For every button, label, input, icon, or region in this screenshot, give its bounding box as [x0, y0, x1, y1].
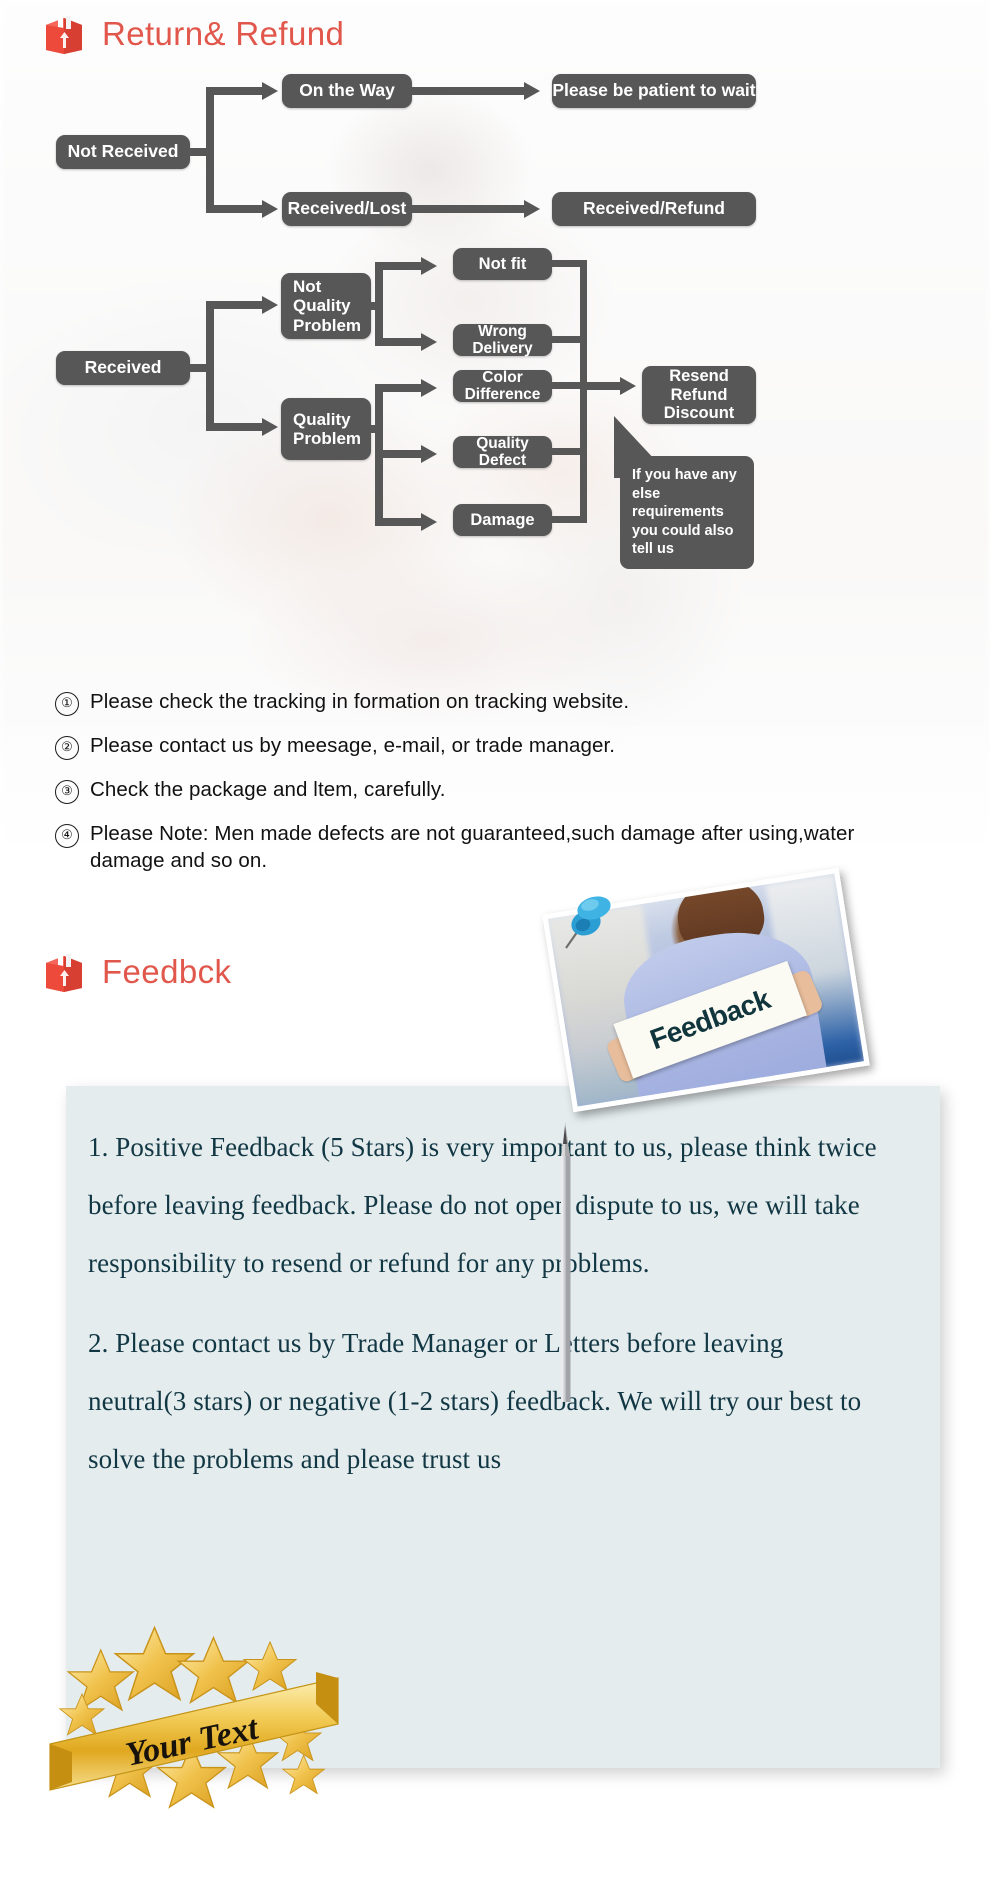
flow-node-line: Refund: [670, 385, 728, 404]
flow-node-line: Problem: [293, 315, 362, 335]
notes-list: ① Please check the tracking in formation…: [55, 688, 955, 890]
list-item-number: ④: [55, 824, 79, 848]
arrow-icon: [524, 200, 540, 218]
feedback-paragraph: 2. Please contact us by Trade Manager or…: [88, 1328, 862, 1475]
flow-node-damage: Damage: [453, 504, 552, 536]
arrow-icon: [262, 82, 278, 100]
flow-node-line: Not: [293, 277, 322, 297]
arrow-icon: [620, 377, 636, 395]
section-title: Feedbck: [102, 953, 232, 990]
connector: [375, 262, 423, 270]
flow-node-not-fit: Not fit: [453, 248, 552, 280]
connector: [206, 87, 264, 95]
list-item-number: ③: [55, 780, 79, 804]
return-refund-heading: Return& Refund: [42, 12, 344, 56]
flow-node-line: Resend: [669, 367, 729, 386]
connector: [375, 450, 423, 458]
arrow-icon: [262, 296, 278, 314]
flow-node-not-received: Not Received: [56, 135, 190, 169]
feedback-text: 1. Positive Feedback (5 Stars) is very i…: [88, 1118, 888, 1510]
arrow-icon: [421, 333, 437, 351]
flow-node-line: Problem: [293, 429, 362, 448]
flow-node-received-lost: Received/Lost: [282, 192, 412, 226]
list-item-number: ②: [55, 736, 79, 760]
flow-node-line: Quality: [293, 409, 351, 429]
flow-node-on-the-way: On the Way: [282, 74, 412, 108]
connector: [580, 260, 587, 523]
flow-node-received-refund: Received/Refund: [552, 192, 756, 226]
list-item-text: Check the package and ltem, carefully.: [90, 778, 446, 801]
connector: [206, 91, 214, 211]
feedback-heading: Feedbck: [42, 950, 231, 994]
list-item-text: Please check the tracking in formation o…: [90, 690, 630, 713]
connector: [375, 338, 423, 346]
pencil-icon: [552, 1122, 580, 1402]
flow-node-not-quality-problem: Not Quality Problem: [281, 273, 371, 339]
flow-node-line: Quality: [293, 296, 351, 316]
flow-node-quality-defect: Quality Defect: [453, 435, 552, 469]
list-item: ③ Check the package and ltem, carefully.: [55, 776, 955, 804]
connector: [375, 384, 423, 392]
connector: [206, 305, 214, 431]
arrow-icon: [262, 418, 278, 436]
connector: [375, 518, 423, 526]
arrow-icon: [524, 82, 540, 100]
box-icon: [42, 12, 86, 56]
flow-node-wrong-delivery: Wrong Delivery: [453, 323, 552, 357]
feedback-photo: Feedback: [542, 867, 870, 1115]
list-item: ① Please check the tracking in formation…: [55, 688, 955, 716]
flow-node-please-wait: Please be patient to wait: [552, 74, 756, 108]
arrow-icon: [421, 379, 437, 397]
pushpin-icon: [556, 890, 618, 956]
box-icon: [42, 950, 86, 994]
list-item-text: Please contact us by meesage, e-mail, or…: [90, 734, 616, 757]
arrow-icon: [262, 200, 278, 218]
connector: [206, 423, 264, 431]
list-item-number: ①: [55, 692, 79, 716]
arrow-icon: [421, 257, 437, 275]
section-title: Return& Refund: [102, 15, 345, 52]
flow-node-received: Received: [56, 351, 190, 385]
list-item-text: Please Note: Men made defects are not gu…: [90, 822, 855, 873]
returns-flowchart: Not Received On the Way Received/Lost Pl…: [0, 60, 990, 660]
arrow-icon: [421, 513, 437, 531]
arrow-icon: [421, 445, 437, 463]
flow-callout: If you have any else requirements you co…: [620, 456, 754, 569]
flow-node-line: Discount: [663, 404, 735, 423]
feedback-paragraph: 1. Positive Feedback (5 Stars) is very i…: [88, 1132, 877, 1279]
connector: [375, 266, 383, 346]
connector: [206, 301, 264, 309]
flow-node-quality-problem: Quality Problem: [281, 398, 371, 460]
connector: [412, 87, 530, 95]
connector: [412, 205, 530, 213]
flow-node-color-difference: Color Difference: [453, 369, 552, 403]
list-item: ② Please contact us by meesage, e-mail, …: [55, 732, 955, 760]
list-item: ④ Please Note: Men made defects are not …: [55, 820, 955, 874]
star-badge: Your Text: [42, 1620, 352, 1820]
connector: [206, 205, 264, 213]
